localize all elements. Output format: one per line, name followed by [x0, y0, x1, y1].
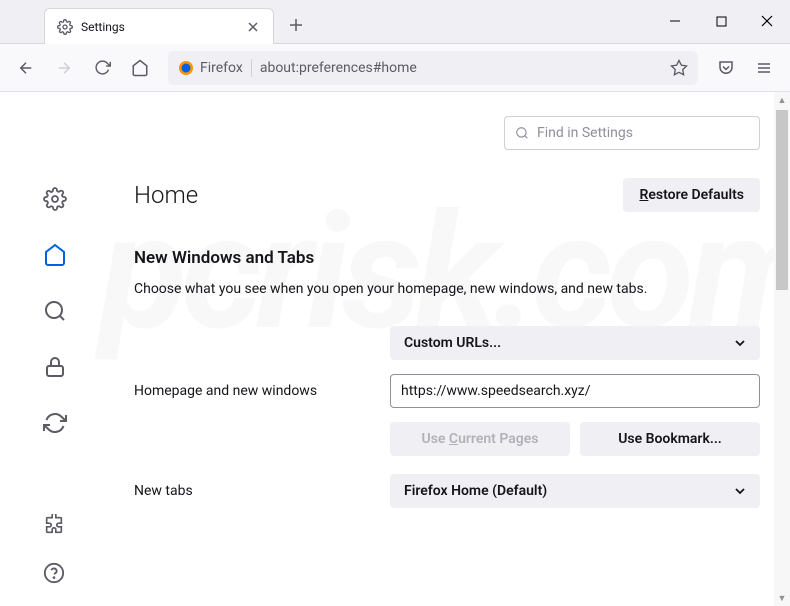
reload-button[interactable] [86, 52, 118, 84]
scroll-down-icon[interactable]: ▼ [774, 590, 790, 606]
sidebar-privacy-icon[interactable] [43, 355, 67, 379]
search-input[interactable]: Find in Settings [504, 116, 760, 150]
sidebar-general-icon[interactable] [43, 187, 67, 211]
page-title: Home [134, 181, 198, 209]
homepage-mode-dropdown[interactable]: Custom URLs... [390, 326, 760, 360]
divider [251, 59, 252, 77]
url-bar[interactable]: Firefox about:preferences#home [168, 51, 698, 85]
dropdown-value: Custom URLs... [404, 335, 501, 351]
dropdown-value: Firefox Home (Default) [404, 483, 547, 499]
url-text: about:preferences#home [260, 60, 662, 76]
newtabs-label: New tabs [134, 483, 390, 499]
section-description: Choose what you see when you open your h… [134, 280, 760, 300]
search-icon [515, 126, 529, 140]
sidebar-home-icon[interactable] [43, 243, 67, 267]
app-menu-icon[interactable] [748, 52, 780, 84]
back-button[interactable] [10, 52, 42, 84]
scroll-up-icon[interactable]: ▲ [774, 92, 790, 108]
minimize-button[interactable] [652, 0, 698, 43]
maximize-button[interactable] [698, 0, 744, 43]
scrollbar[interactable]: ▲ ▼ [774, 92, 790, 606]
tab-title: Settings [81, 20, 243, 34]
gear-icon [57, 19, 73, 35]
search-placeholder: Find in Settings [537, 125, 633, 141]
main-panel: Find in Settings Home Restore Defaults N… [110, 92, 790, 606]
use-bookmark-button[interactable]: Use Bookmark... [580, 422, 760, 456]
sidebar-help-icon[interactable] [43, 562, 67, 586]
new-tab-button[interactable] [280, 9, 312, 41]
window-controls [652, 0, 790, 43]
sidebar-extensions-icon[interactable] [43, 514, 67, 538]
use-current-pages-button[interactable]: Use Current Pages [390, 422, 570, 456]
chevron-down-icon [734, 337, 746, 349]
sidebar [0, 92, 110, 606]
browser-tab[interactable]: Settings [44, 8, 274, 44]
home-button[interactable] [124, 52, 156, 84]
section-title: New Windows and Tabs [134, 248, 760, 268]
chevron-down-icon [734, 485, 746, 497]
scroll-thumb[interactable] [776, 110, 788, 290]
firefox-icon [178, 60, 194, 76]
close-icon[interactable] [243, 17, 263, 37]
title-bar: Settings [0, 0, 790, 44]
identity-label: Firefox [200, 60, 243, 76]
sidebar-search-icon[interactable] [43, 299, 67, 323]
forward-button[interactable] [48, 52, 80, 84]
pocket-icon[interactable] [710, 52, 742, 84]
toolbar: Firefox about:preferences#home [0, 44, 790, 92]
bookmark-star-icon[interactable] [670, 59, 688, 77]
newtabs-dropdown[interactable]: Firefox Home (Default) [390, 474, 760, 508]
identity-box[interactable]: Firefox [178, 60, 243, 76]
close-window-button[interactable] [744, 0, 790, 43]
sidebar-sync-icon[interactable] [43, 411, 67, 435]
homepage-url-input[interactable] [390, 374, 760, 408]
content: Find in Settings Home Restore Defaults N… [0, 92, 790, 606]
restore-defaults-button[interactable]: Restore Defaults [623, 178, 760, 212]
homepage-label: Homepage and new windows [134, 383, 390, 399]
